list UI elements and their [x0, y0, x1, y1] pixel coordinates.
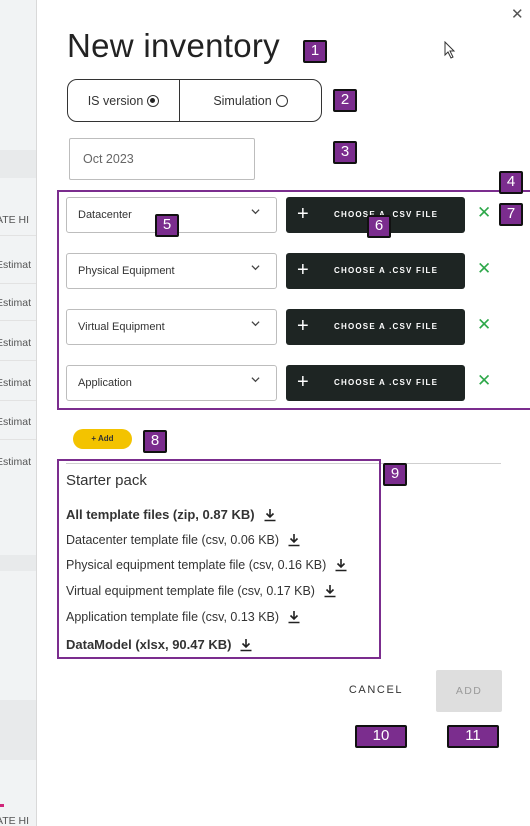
download-label: Physical equipment template file (csv, 0…: [66, 558, 327, 572]
annotation-badge: 7: [499, 203, 523, 226]
background-label: Estimat: [0, 337, 32, 349]
chevron-down-icon: [251, 321, 260, 327]
annotation-badge: 9: [383, 463, 407, 486]
background-separator: [0, 400, 36, 401]
download-label: All template files (zip, 0.87 KB): [66, 507, 255, 522]
date-value: Oct 2023: [83, 152, 134, 166]
annotation-badge: 10: [355, 725, 407, 748]
annotation-badge: 1: [303, 40, 327, 63]
radio-unchecked-icon[interactable]: [275, 94, 288, 107]
download-link[interactable]: Application template file (csv, 0.13 KB): [66, 610, 301, 624]
file-type-value: Application: [78, 377, 132, 389]
download-icon: [240, 638, 252, 651]
annotation-badge: 3: [333, 141, 357, 164]
dialog-title: New inventory: [67, 27, 280, 64]
annotation-badge: 2: [333, 89, 357, 112]
radio-checked-icon[interactable]: [147, 94, 160, 107]
plus-icon: +: [297, 315, 309, 337]
file-type-select[interactable]: Virtual Equipment: [66, 309, 277, 345]
annotation-badge: 6: [367, 215, 391, 238]
download-label: Virtual equipment template file (csv, 0.…: [66, 584, 315, 598]
download-link[interactable]: Datacenter template file (csv, 0.06 KB): [66, 533, 301, 547]
download-label: DataModel (xlsx, 90.47 KB): [66, 637, 232, 652]
toggle-option-label: IS version: [87, 93, 144, 108]
choose-csv-button[interactable]: + CHOOSE A .CSV FILE: [286, 253, 465, 289]
inventory-date-field[interactable]: Oct 2023: [69, 138, 255, 180]
download-icon: [324, 585, 336, 598]
background-block: [0, 555, 36, 571]
background-marker: [0, 804, 4, 807]
annotation-badge: 11: [447, 725, 499, 748]
add-inventory-button[interactable]: ADD: [436, 670, 502, 712]
add-file-row-button[interactable]: + Add: [73, 429, 132, 449]
choose-csv-label: CHOOSE A .CSV FILE: [334, 322, 439, 331]
remove-row-icon[interactable]: ✕: [477, 372, 491, 390]
download-icon: [288, 534, 300, 547]
background-label: Estimat: [0, 297, 32, 309]
choose-csv-button[interactable]: + CHOOSE A .CSV FILE: [286, 309, 465, 345]
background-block: [0, 150, 36, 178]
background-label: ATE HI: [0, 214, 30, 226]
background-label: Estimat: [0, 416, 32, 428]
toggle-option-is-version[interactable]: IS version: [68, 80, 180, 121]
toggle-option-simulation[interactable]: Simulation: [180, 80, 321, 121]
download-link[interactable]: Virtual equipment template file (csv, 0.…: [66, 584, 337, 598]
background-label: Estimat: [0, 456, 32, 468]
choose-csv-button[interactable]: + CHOOSE A .CSV FILE: [286, 365, 465, 401]
remove-row-icon[interactable]: ✕: [477, 316, 491, 334]
annotation-badge: 4: [499, 171, 523, 194]
background-block: [0, 700, 36, 760]
choose-csv-label: CHOOSE A .CSV FILE: [334, 378, 439, 387]
file-type-value: Physical Equipment: [78, 265, 175, 277]
background-separator: [0, 439, 36, 440]
file-type-select[interactable]: Physical Equipment: [66, 253, 277, 289]
background-label: Estimat: [0, 259, 32, 271]
download-label: Datacenter template file (csv, 0.06 KB): [66, 533, 280, 547]
download-label: Application template file (csv, 0.13 KB): [66, 610, 280, 624]
remove-row-icon[interactable]: ✕: [477, 260, 491, 278]
mouse-cursor-icon: [444, 41, 456, 59]
plus-icon: +: [297, 371, 309, 393]
close-icon[interactable]: ✕: [511, 7, 524, 23]
background-separator: [0, 235, 36, 236]
chevron-down-icon: [251, 265, 260, 271]
download-icon: [288, 611, 300, 624]
inventory-type-toggle[interactable]: IS version Simulation: [67, 79, 322, 122]
annotation-badge: 8: [143, 430, 167, 453]
chevron-down-icon: [251, 377, 260, 383]
download-icon: [335, 559, 347, 572]
download-icon: [264, 508, 276, 521]
download-link[interactable]: Physical equipment template file (csv, 0…: [66, 558, 348, 572]
background-label: Estimat: [0, 377, 32, 389]
plus-icon: +: [297, 203, 309, 225]
download-link[interactable]: DataModel (xlsx, 90.47 KB): [66, 637, 253, 652]
choose-csv-label: CHOOSE A .CSV FILE: [334, 266, 439, 275]
starter-pack-title: Starter pack: [66, 472, 147, 489]
file-type-value: Datacenter: [78, 209, 132, 221]
background-label: ATE HI: [0, 815, 30, 826]
annotation-badge: 5: [155, 214, 179, 237]
remove-row-icon[interactable]: ✕: [477, 204, 491, 222]
background-separator: [0, 360, 36, 361]
file-type-select[interactable]: Application: [66, 365, 277, 401]
background-separator: [0, 320, 36, 321]
background-page-strip: ATE HI Estimat Estimat Estimat Estimat E…: [0, 0, 37, 826]
download-link[interactable]: All template files (zip, 0.87 KB): [66, 507, 277, 522]
file-type-value: Virtual Equipment: [78, 321, 165, 333]
chevron-down-icon: [251, 209, 260, 215]
cancel-button[interactable]: CANCEL: [345, 680, 407, 700]
toggle-option-label: Simulation: [213, 93, 272, 108]
plus-icon: +: [297, 259, 309, 281]
background-separator: [0, 283, 36, 284]
